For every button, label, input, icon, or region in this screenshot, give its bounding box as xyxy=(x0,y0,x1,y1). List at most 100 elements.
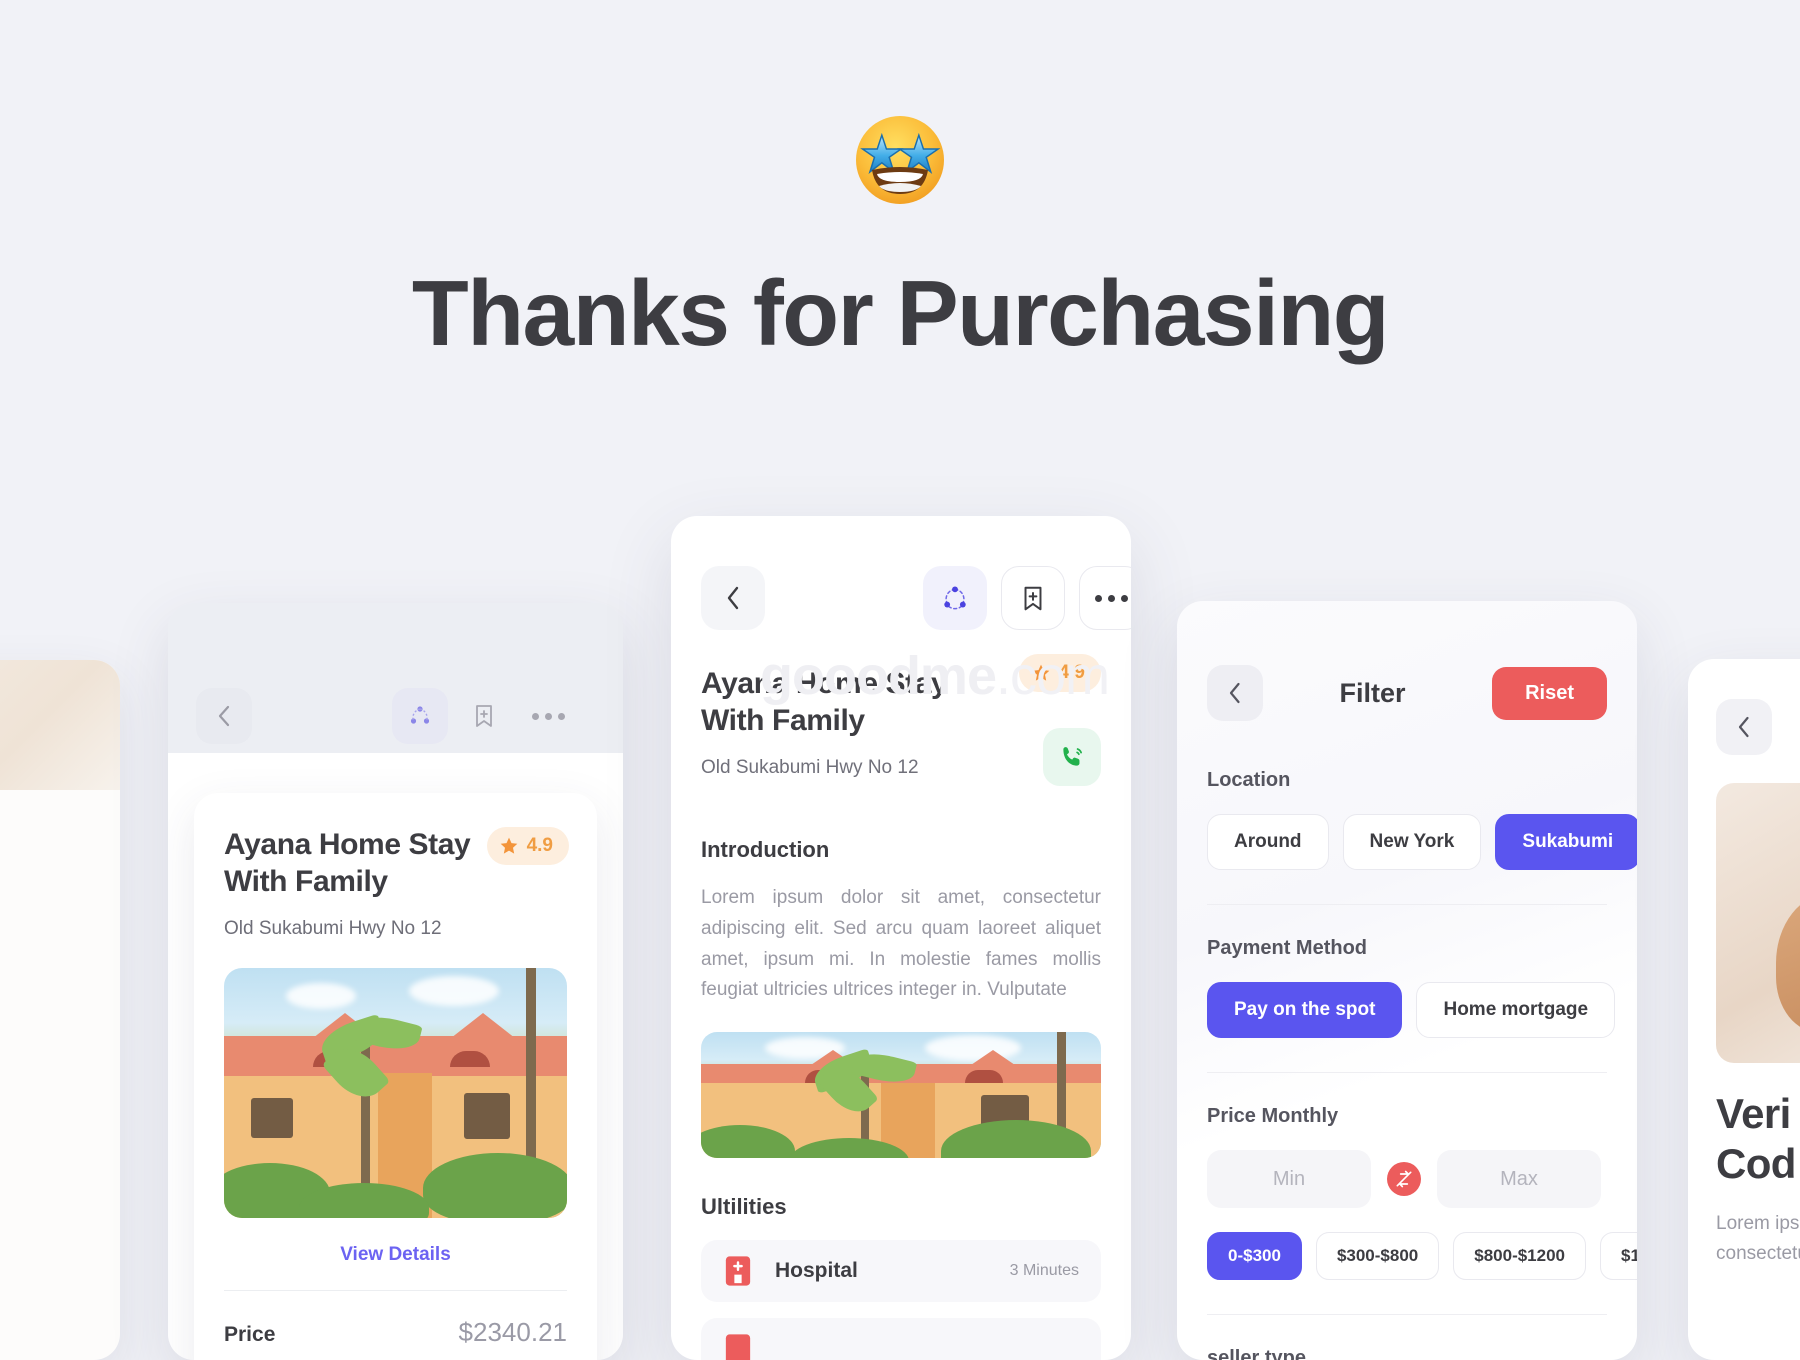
page-header: Thanks for Purchasing xyxy=(0,0,1800,367)
call-button[interactable] xyxy=(1043,728,1101,786)
left-property-card: Ayana Home Stay With Family Old Sukabumi… xyxy=(194,793,597,1360)
verification-body-line1: Lorem ipsu xyxy=(1716,1213,1800,1234)
back-button[interactable] xyxy=(1716,699,1772,755)
min-price-input[interactable]: Min xyxy=(1207,1150,1371,1208)
max-price-input[interactable]: Max xyxy=(1437,1150,1601,1208)
price-value: $2340.21 xyxy=(458,1317,567,1348)
chevron-left-icon xyxy=(218,705,230,727)
view-details-link[interactable]: View Details xyxy=(224,1244,567,1266)
phone-far-left xyxy=(0,660,120,1360)
share-button[interactable] xyxy=(392,688,448,744)
seller-type-section: seller type xyxy=(1207,1347,1637,1360)
verification-body: Lorem ipsu consectetur xyxy=(1716,1209,1800,1270)
seller-type-label: seller type xyxy=(1207,1347,1306,1360)
left-toolbar xyxy=(196,688,595,744)
more-icon xyxy=(1094,594,1128,602)
payment-chip-row: Pay on the spot Home mortgage xyxy=(1207,982,1637,1038)
page-title: Thanks for Purchasing xyxy=(411,261,1390,365)
price-section: Price Monthly Min Max 0-$300 $300-$800 $… xyxy=(1207,1105,1637,1280)
introduction-heading: Introduction xyxy=(701,837,830,863)
verification-illustration xyxy=(1716,783,1800,1063)
star-icon xyxy=(1032,664,1049,681)
call-icon xyxy=(1063,747,1082,766)
more-icon xyxy=(531,712,565,720)
hospital-icon xyxy=(725,1334,751,1360)
list-item[interactable]: Hospital 3 Minutes xyxy=(701,1240,1101,1303)
status-badge-rating: 4.9 xyxy=(1018,654,1101,692)
chip-location-around[interactable]: Around xyxy=(1207,814,1329,870)
page-root: Thanks for Purchasing Ayana Home Stay Wi… xyxy=(0,0,1800,1360)
payment-section: Payment Method Pay on the spot Home mort… xyxy=(1207,937,1637,1038)
chip-payment-home-mortgage[interactable]: Home mortgage xyxy=(1416,982,1616,1038)
verification-title-line1: Veri xyxy=(1716,1090,1791,1137)
location-chip-row: Around New York Sukabumi Mald xyxy=(1207,814,1637,870)
share-icon xyxy=(944,586,966,610)
chip-price-800-1200[interactable]: $800-$1200 xyxy=(1453,1232,1587,1280)
far-left-photo xyxy=(0,660,120,790)
vase-shape xyxy=(1776,893,1800,1033)
back-button[interactable] xyxy=(701,566,765,630)
location-label: Location xyxy=(1207,769,1291,791)
more-button[interactable] xyxy=(1079,566,1131,630)
rating-value: 4.9 xyxy=(526,835,553,856)
back-button[interactable] xyxy=(196,688,252,744)
rating-value: 4.9 xyxy=(1058,662,1085,683)
divider xyxy=(224,1290,567,1292)
left-property-photo xyxy=(224,968,567,1219)
chip-price-1200-plus[interactable]: $1200-$ xyxy=(1600,1232,1637,1280)
verification-title: Veri Cod xyxy=(1716,1089,1796,1188)
share-icon xyxy=(410,706,430,724)
divider xyxy=(1207,1072,1607,1073)
phone-mid-detail-page: Ayana Home Stay With Family 4.9 Old Suka… xyxy=(671,516,1131,1360)
price-range-chip-row: 0-$300 $300-$800 $800-$1200 $1200-$ xyxy=(1207,1232,1637,1280)
left-property-title: Ayana Home Stay With Family xyxy=(224,828,471,898)
mid-property-title: Ayana Home Stay With Family xyxy=(701,667,948,737)
hospital-icon xyxy=(725,1256,751,1286)
list-item[interactable] xyxy=(701,1318,1101,1360)
chip-location-sukabumi[interactable]: Sukabumi xyxy=(1495,814,1637,870)
chip-location-new-york[interactable]: New York xyxy=(1342,814,1482,870)
more-button[interactable] xyxy=(520,688,576,744)
reset-button[interactable]: Riset xyxy=(1492,666,1607,720)
star-struck-emoji xyxy=(856,116,944,204)
chip-payment-pay-on-the-spot[interactable]: Pay on the spot xyxy=(1207,982,1403,1038)
swap-disabled-icon[interactable] xyxy=(1387,1162,1421,1196)
chevron-left-icon xyxy=(727,586,739,610)
divider xyxy=(1207,904,1607,905)
verification-title-line2: Cod xyxy=(1716,1139,1796,1187)
utilities-heading: Ultilities xyxy=(701,1194,787,1220)
left-price-row: Price $2340.21 xyxy=(224,1317,567,1348)
chevron-left-icon xyxy=(1738,716,1749,738)
price-range-inputs: Min Max xyxy=(1207,1150,1637,1208)
verification-body-line2: consectetur xyxy=(1716,1243,1800,1265)
mid-content: Ayana Home Stay With Family 4.9 Old Suka… xyxy=(701,654,1101,1360)
chevron-left-icon xyxy=(1229,682,1240,704)
introduction-body: Lorem ipsum dolor sit amet, consectetur … xyxy=(701,887,1101,1001)
page-title: Filter xyxy=(1339,677,1406,708)
swap-icon xyxy=(1396,1170,1412,1188)
utility-time: 3 Minutes xyxy=(1009,1262,1079,1280)
payment-label: Payment Method xyxy=(1207,937,1368,959)
utility-name: Hospital xyxy=(775,1259,858,1283)
bookmark-add-icon xyxy=(476,705,492,727)
chip-price-300-800[interactable]: $300-$800 xyxy=(1315,1232,1440,1280)
left-property-address: Old Sukabumi Hwy No 12 xyxy=(224,918,442,940)
phone-right-filter: Filter Riset Location Around New York Su… xyxy=(1177,601,1637,1360)
bookmark-add-icon xyxy=(1024,586,1042,610)
price-monthly-label: Price Monthly xyxy=(1207,1105,1339,1127)
divider xyxy=(1207,1314,1607,1315)
mid-property-photo xyxy=(701,1032,1101,1159)
star-icon xyxy=(500,837,517,854)
bookmark-add-button[interactable] xyxy=(1001,566,1065,630)
phone-far-right-verification: Veri Cod Lorem ipsu consectetur xyxy=(1688,659,1800,1360)
share-button[interactable] xyxy=(923,566,987,630)
status-badge-rating: 4.9 xyxy=(486,827,569,865)
filter-header: Filter Riset xyxy=(1207,663,1607,723)
mid-toolbar xyxy=(701,566,1131,630)
price-label: Price xyxy=(224,1323,276,1347)
phone-left-detail-card: Ayana Home Stay With Family Old Sukabumi… xyxy=(168,603,623,1360)
mid-property-address: Old Sukabumi Hwy No 12 xyxy=(701,757,919,779)
chip-price-0-300[interactable]: 0-$300 xyxy=(1207,1232,1302,1280)
filter-body: Location Around New York Sukabumi Mald P… xyxy=(1207,769,1637,1360)
bookmark-add-button[interactable] xyxy=(456,688,512,744)
